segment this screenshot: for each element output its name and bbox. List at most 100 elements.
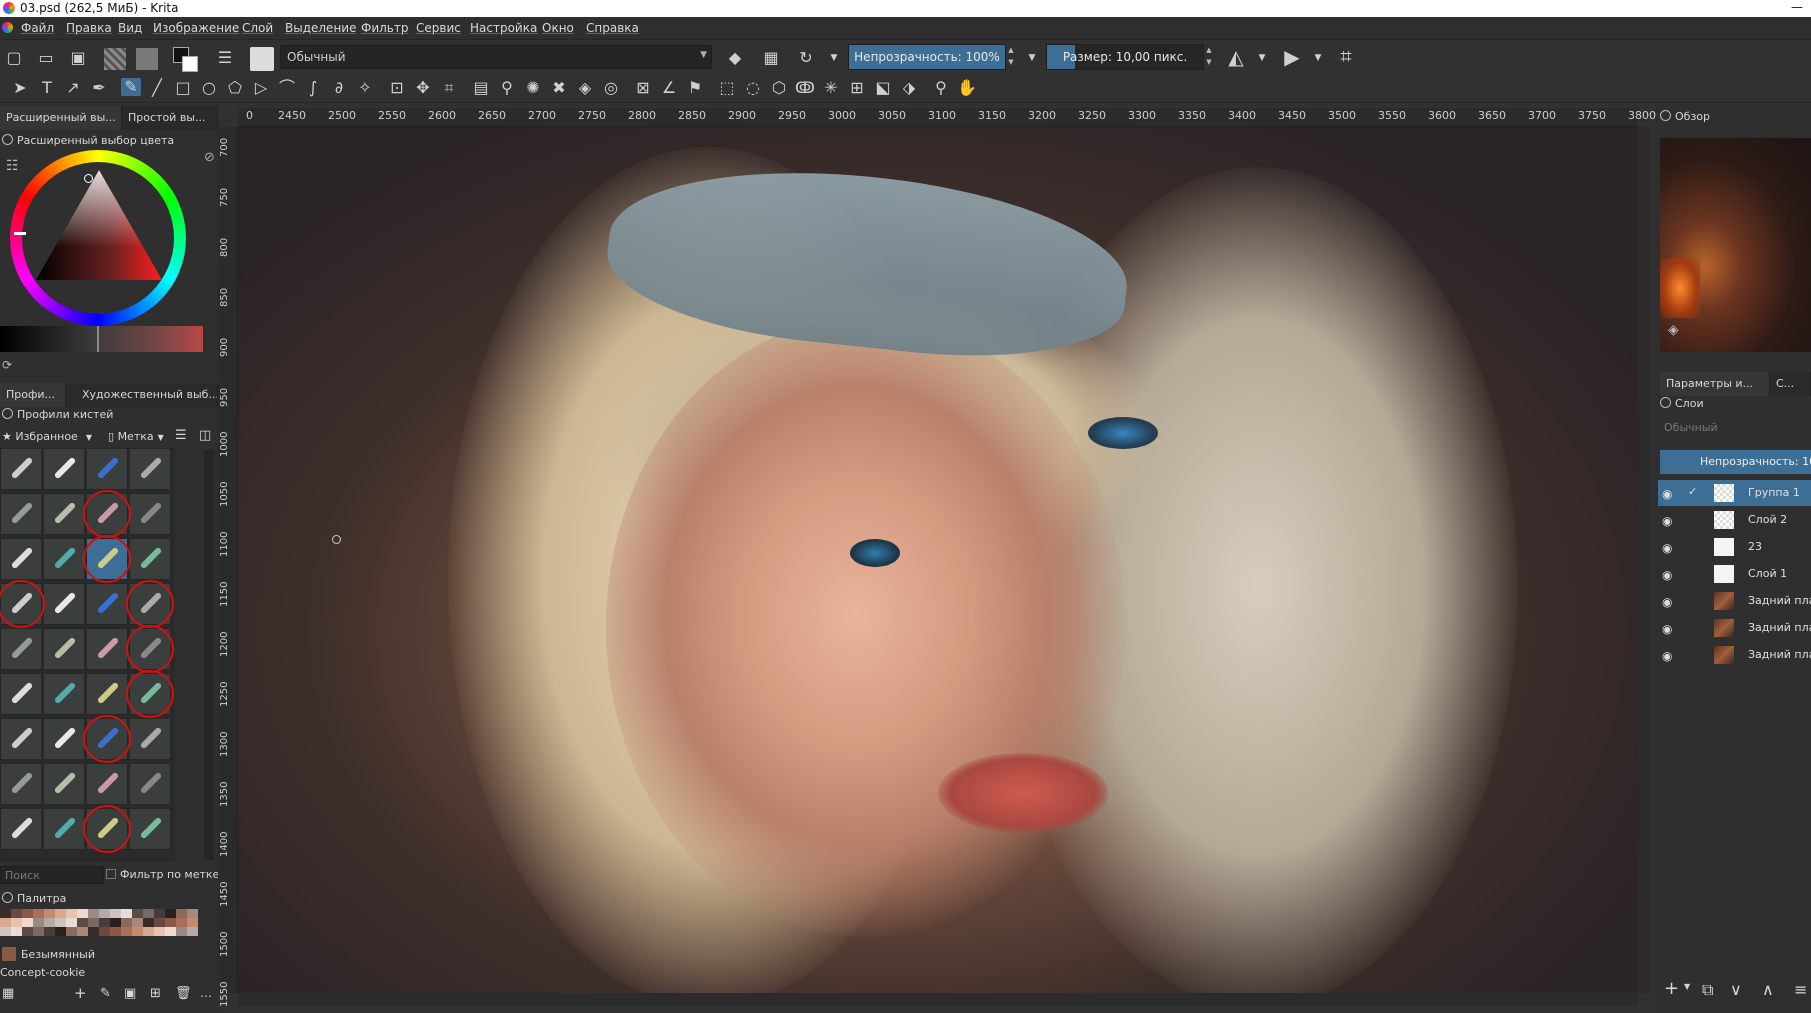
calligraphy-tool-icon[interactable]: ✒ [89, 79, 109, 97]
palette-swatch[interactable] [176, 918, 187, 927]
palette-swatch[interactable] [11, 927, 22, 936]
enclose-fill-tool-icon[interactable]: ◎ [601, 79, 621, 97]
palette-swatch[interactable] [55, 918, 66, 927]
horizontal-scrollbar[interactable] [238, 993, 1638, 1005]
palette-swatch[interactable] [88, 927, 99, 936]
gradient-icon[interactable] [136, 48, 158, 70]
palette-swatch[interactable] [88, 918, 99, 927]
brush-preset[interactable] [129, 538, 171, 580]
brush-preset[interactable] [43, 583, 85, 625]
dropdown-arrow-icon[interactable]: ▼ [1252, 49, 1272, 67]
crop-tool-icon[interactable]: ⌗ [439, 79, 459, 97]
palette-swatch[interactable] [99, 909, 110, 918]
bezier-selection-icon[interactable]: ⬕ [873, 79, 893, 97]
brush-preset[interactable] [129, 718, 171, 760]
add-layer-icon[interactable]: + [1664, 978, 1679, 999]
palette-swatch[interactable] [44, 918, 55, 927]
opacity-spinner[interactable]: ▲ ▼ [1006, 44, 1016, 70]
brush-preset[interactable] [43, 808, 85, 850]
size-spinner[interactable]: ▲ ▼ [1204, 44, 1214, 70]
palette-swatch[interactable] [143, 918, 154, 927]
menu-tools[interactable]: Сервис [416, 21, 461, 35]
similar-color-selection-icon[interactable]: ⊞ [847, 79, 867, 97]
blend-mode-select[interactable]: Обычный ▼ [280, 45, 712, 69]
reference-images-tool-icon[interactable]: ⚑ [685, 79, 705, 97]
move-tool-icon[interactable]: ✥ [413, 79, 433, 97]
layer-row[interactable]: ◉ Задний пла [1658, 588, 1811, 614]
brush-preset[interactable] [0, 673, 42, 715]
brush-preset[interactable] [86, 673, 128, 715]
wrap-around-icon[interactable]: ⌗ [1336, 46, 1356, 66]
layer-row[interactable]: ◉ Слой 2 [1658, 507, 1811, 533]
freehand-path-tool-icon[interactable]: ∫ [303, 79, 323, 97]
palette-swatch[interactable] [99, 918, 110, 927]
palette-swatch[interactable] [66, 909, 77, 918]
visibility-eye-icon[interactable]: ◉ [1662, 541, 1672, 555]
gradient-tool-icon[interactable]: ▤ [471, 79, 491, 97]
brush-preset[interactable] [129, 493, 171, 535]
palette-swatches[interactable] [0, 909, 210, 937]
palette-swatch[interactable] [176, 927, 187, 936]
layer-row[interactable]: ◉ Слой 1 [1658, 561, 1811, 587]
brush-preset[interactable] [129, 448, 171, 490]
brush-search-input[interactable]: Поиск [0, 866, 104, 884]
app-menu-icon[interactable] [2, 22, 13, 33]
add-icon[interactable]: + [74, 984, 87, 1002]
menu-edit[interactable]: Правка [66, 21, 112, 35]
palette-swatch[interactable] [0, 927, 11, 936]
tab-advanced-color-selector[interactable]: Расширенный вы... [0, 106, 122, 130]
palette-swatch[interactable] [77, 909, 88, 918]
brush-preset[interactable] [86, 448, 128, 490]
move-layer-down-icon[interactable]: ∨ [1730, 980, 1742, 999]
tab-artistic-selector[interactable]: Художественный выб... [66, 383, 218, 407]
menu-layer[interactable]: Слой [242, 21, 273, 35]
filter-by-tag-checkbox[interactable]: Фильтр по метке [106, 868, 219, 881]
palette-swatch[interactable] [88, 909, 99, 918]
mirror-horizontal-icon[interactable]: ◭ [1226, 47, 1246, 67]
layer-row[interactable]: ◉ Задний пла [1658, 615, 1811, 641]
brush-preset[interactable] [43, 718, 85, 760]
palette-swatch[interactable] [132, 909, 143, 918]
palette-swatch[interactable] [132, 918, 143, 927]
palette-swatch[interactable] [77, 918, 88, 927]
palette-swatch[interactable] [121, 918, 132, 927]
elliptical-selection-icon[interactable]: ◌ [743, 79, 763, 97]
layer-menu-icon[interactable]: ≡ [1794, 980, 1807, 999]
menu-view[interactable]: Вид [118, 21, 142, 35]
palette-swatch[interactable] [33, 909, 44, 918]
zoom-tool-icon[interactable]: ⚲ [931, 79, 951, 97]
brush-preset[interactable] [43, 673, 85, 715]
color-cursor[interactable] [84, 174, 93, 183]
palette-swatch[interactable] [121, 927, 132, 936]
palette-swatch[interactable] [187, 909, 198, 918]
measure-tool-icon[interactable]: ∠ [659, 79, 679, 97]
palette-swatch[interactable] [121, 909, 132, 918]
palette-swatch[interactable] [110, 927, 121, 936]
polygon-tool-icon[interactable]: ⬠ [225, 79, 245, 97]
rectangle-tool-icon[interactable]: □ [173, 79, 193, 97]
hue-cursor[interactable] [14, 232, 26, 235]
pan-tool-icon[interactable]: ✋ [957, 79, 977, 97]
lock-icon[interactable] [2, 408, 13, 419]
brush-preset[interactable] [0, 448, 42, 490]
dropdown-arrow-icon[interactable]: ▼ [1684, 982, 1690, 991]
polygonal-selection-icon[interactable]: ⬡ [769, 79, 789, 97]
palette-swatch[interactable] [187, 918, 198, 927]
brush-preset[interactable] [86, 763, 128, 805]
tab-other[interactable]: С... [1770, 372, 1811, 396]
smart-patch-tool-icon[interactable]: ✺ [523, 79, 543, 97]
layer-blend-mode-select[interactable]: Обычный [1660, 418, 1811, 438]
lock-icon[interactable] [2, 892, 13, 903]
edit-icon[interactable]: ✎ [100, 986, 111, 1001]
rectangular-selection-icon[interactable]: ⬚ [717, 79, 737, 97]
brush-preset[interactable] [129, 763, 171, 805]
menu-file[interactable]: Файл [21, 21, 54, 35]
pattern-icon[interactable] [104, 48, 126, 70]
save-icon[interactable]: ▣ [68, 49, 88, 67]
palette-swatch[interactable] [0, 909, 11, 918]
text-tool-icon[interactable]: T [37, 79, 57, 97]
brush-preset[interactable] [0, 763, 42, 805]
lazy-brush-tool-icon[interactable]: ✖ [549, 79, 569, 97]
brush-preset[interactable] [0, 718, 42, 760]
palette-swatch[interactable] [55, 909, 66, 918]
